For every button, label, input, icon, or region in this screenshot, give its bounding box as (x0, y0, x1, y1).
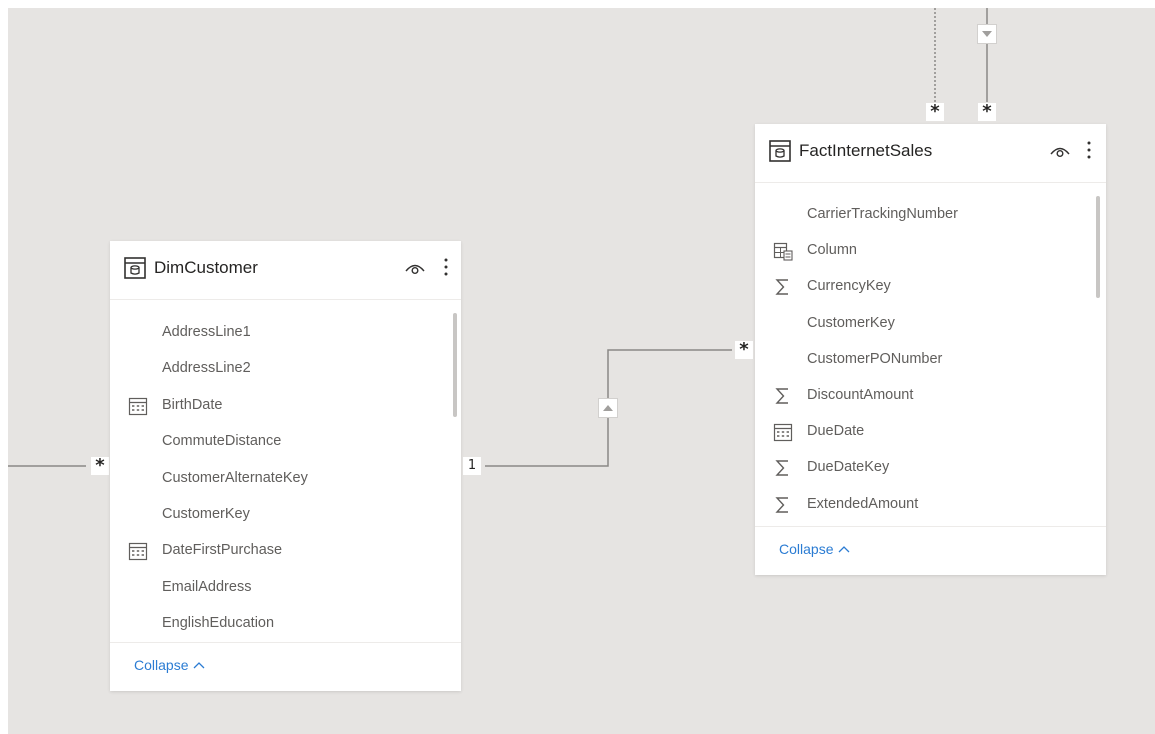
field-name: CurrencyKey (807, 278, 891, 295)
field-name: BirthDate (162, 396, 223, 413)
more-options-icon[interactable] (442, 255, 450, 279)
table-title: DimCustomer (154, 258, 258, 277)
chevron-up-icon (839, 546, 850, 553)
field-row[interactable]: EmailAddress (110, 570, 439, 606)
field-name: EmailAddress (162, 578, 252, 595)
field-row[interactable]: DueDate (755, 414, 1084, 450)
field-name: AddressLine1 (162, 324, 251, 340)
field-name: CustomerKey (162, 506, 250, 522)
cardinality-many-left: * (91, 457, 109, 475)
field-row[interactable]: CurrencyKey (755, 269, 1084, 305)
filter-direction-down-icon[interactable] (977, 24, 997, 44)
field-name: EnglishEducation (162, 615, 275, 632)
field-row[interactable]: AddressLine1 (110, 315, 439, 351)
collapse-label: Collapse (134, 657, 189, 673)
field-name: CustomerKey (807, 314, 895, 331)
collapse-link[interactable]: Collapse (134, 657, 206, 673)
table-icon (769, 140, 791, 162)
calendar-icon (773, 422, 793, 442)
cardinality-many-top-2: * (978, 103, 996, 121)
table-footer: Collapse (755, 526, 1106, 575)
field-name: CustomerAlternateKey (162, 469, 308, 486)
field-row[interactable]: Column (755, 233, 1084, 269)
collapse-link[interactable]: Collapse (779, 541, 851, 557)
field-list-scrollbar[interactable] (1096, 196, 1100, 298)
field-row[interactable]: CarrierTrackingNumber (755, 197, 1084, 233)
field-row[interactable]: AddressLine2 (110, 351, 439, 387)
field-list-scrollbar[interactable] (453, 313, 457, 417)
table-header[interactable]: DimCustomer (110, 241, 461, 300)
field-name: CustomerPONumber (807, 350, 943, 367)
more-options-icon[interactable] (1085, 138, 1093, 162)
visibility-eye-icon[interactable] (1049, 142, 1071, 160)
calendar-icon (128, 396, 148, 416)
sigma-icon (773, 386, 793, 406)
sigma-icon (773, 458, 793, 478)
visibility-eye-icon[interactable] (404, 259, 426, 277)
table-icon (124, 257, 146, 279)
field-name: DueDateKey (807, 459, 890, 476)
table-card-dimcustomer[interactable]: DimCustomer AddressLine1 AddressLine2 Birt… (110, 241, 461, 691)
cardinality-one-dimcustomer: 1 (463, 457, 481, 475)
field-name: ExtendedAmount (807, 495, 919, 512)
field-name: DiscountAmount (807, 387, 914, 403)
field-row[interactable]: DueDateKey (755, 450, 1084, 486)
calendar-icon (128, 541, 148, 561)
field-list[interactable]: CarrierTrackingNumber Column CurrencyKey Cu… (755, 197, 1106, 525)
field-row[interactable]: CustomerKey (755, 306, 1084, 342)
field-row[interactable]: DateFirstPurchase (110, 533, 439, 569)
field-row[interactable]: BirthDate (110, 388, 439, 424)
collapse-label: Collapse (779, 541, 834, 557)
field-name: CommuteDistance (162, 433, 282, 450)
table-card-factinternetsales[interactable]: FactInternetSales CarrierTrackingNumber C… (755, 124, 1106, 575)
calculated-column-icon (773, 241, 793, 261)
filter-direction-up-icon[interactable] (598, 398, 618, 418)
cardinality-many-factsales: * (735, 341, 753, 359)
field-name: DueDate (807, 423, 865, 440)
table-title: FactInternetSales (799, 141, 933, 160)
table-header[interactable]: FactInternetSales (755, 124, 1106, 183)
field-row[interactable]: DiscountAmount (755, 378, 1084, 414)
field-name: CarrierTrackingNumber (807, 206, 958, 222)
field-name: Column (807, 242, 857, 259)
cardinality-many-top-1: * (926, 103, 944, 121)
field-row[interactable]: ExtendedAmount (755, 487, 1084, 523)
field-row[interactable]: CustomerKey (110, 497, 439, 533)
field-list[interactable]: AddressLine1 AddressLine2 BirthDate Commute… (110, 315, 461, 643)
field-row[interactable]: EnglishEducation (110, 606, 439, 642)
chevron-up-icon (194, 662, 205, 669)
field-name: AddressLine2 (162, 360, 251, 377)
sigma-icon (773, 277, 793, 297)
field-row[interactable]: CustomerPONumber (755, 342, 1084, 378)
sigma-icon (773, 495, 793, 515)
field-row[interactable]: CommuteDistance (110, 424, 439, 460)
field-row[interactable]: CustomerAlternateKey (110, 461, 439, 497)
field-name: DateFirstPurchase (162, 542, 283, 559)
table-footer: Collapse (110, 642, 461, 691)
